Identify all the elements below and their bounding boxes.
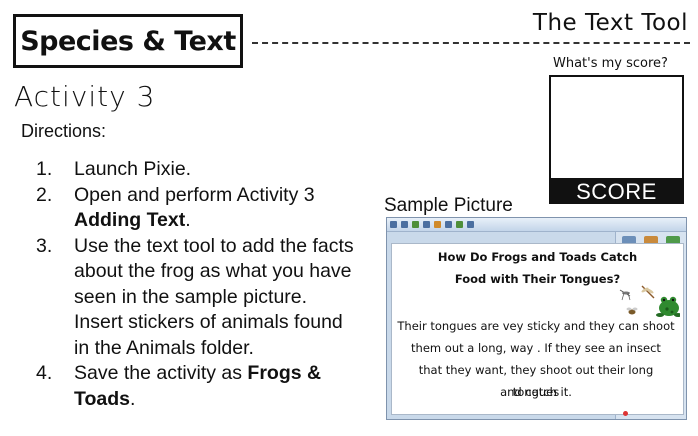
frog-icon [656,296,680,317]
status-dot-icon [623,411,628,416]
step-item: 1. Launch Pixie. [36,157,356,183]
step-text-plain: Save the activity as [74,362,248,384]
text-tool-icon [434,221,441,228]
share-icon [423,221,430,228]
sample-body-line: Their tongues are vey sticky and they ca… [397,319,675,333]
step-text-after: . [185,209,191,231]
sample-body-line: and catch it. [500,385,572,399]
step-text: Open and perform Activity 3 Adding Text. [74,183,356,234]
undo-icon [445,221,452,228]
title-box: Species & Text [13,14,243,68]
step-text: Use the text tool to add the facts about… [74,234,356,362]
copy-icon [456,221,463,228]
sample-screenshot: How Do Frogs and Toads Catch Food with T… [386,217,687,420]
score-label: SCORE [549,179,684,204]
step-text: Save the activity as Frogs & Toads. [74,361,356,412]
page-title: Species & Text [20,25,236,57]
tool-title: The Text Tool [528,10,688,36]
save-icon [401,221,408,228]
step-number: 3. [36,234,53,257]
score-question: What's my score? [553,56,668,71]
step-number: 2. [36,183,53,206]
paste-icon [467,221,474,228]
pixie-canvas: How Do Frogs and Toads Catch Food with T… [391,243,684,415]
step-text-plain: Use the text tool to add the facts about… [74,234,354,359]
sample-picture-label: Sample Picture [384,195,513,216]
step-text-plain: Launch Pixie. [74,158,192,180]
directions-label: Directions: [21,121,107,141]
step-number: 1. [36,158,53,180]
step-item: 2. Open and perform Activity 3 Adding Te… [36,183,356,234]
step-text-bold: Adding Text [74,209,186,231]
step-item: 3. Use the text tool to add the facts ab… [36,234,356,362]
step-number: 4. [36,362,53,384]
new-icon [390,221,397,228]
step-text-after: . [129,387,136,410]
dragonfly-icon [641,285,655,299]
step-text: Launch Pixie. [74,157,356,183]
print-icon [412,221,419,228]
mosquito-icon [619,289,631,301]
dashed-divider [252,42,690,44]
step-item: 4. Save the activity as Frogs & Toads. [36,361,356,412]
sample-heading-line1: How Do Frogs and Toads Catch [437,250,638,264]
steps-list: 1. Launch Pixie. 2. Open and perform Act… [36,157,356,412]
fly-icon [626,307,638,315]
step-text-plain: Open and perform Activity 3 [74,183,315,206]
pixie-toolbar [387,218,686,232]
activity-heading: Activity 3 [14,80,156,113]
sample-body-line: them out a long, way . If they see an in… [411,341,661,355]
score-box [549,75,684,180]
